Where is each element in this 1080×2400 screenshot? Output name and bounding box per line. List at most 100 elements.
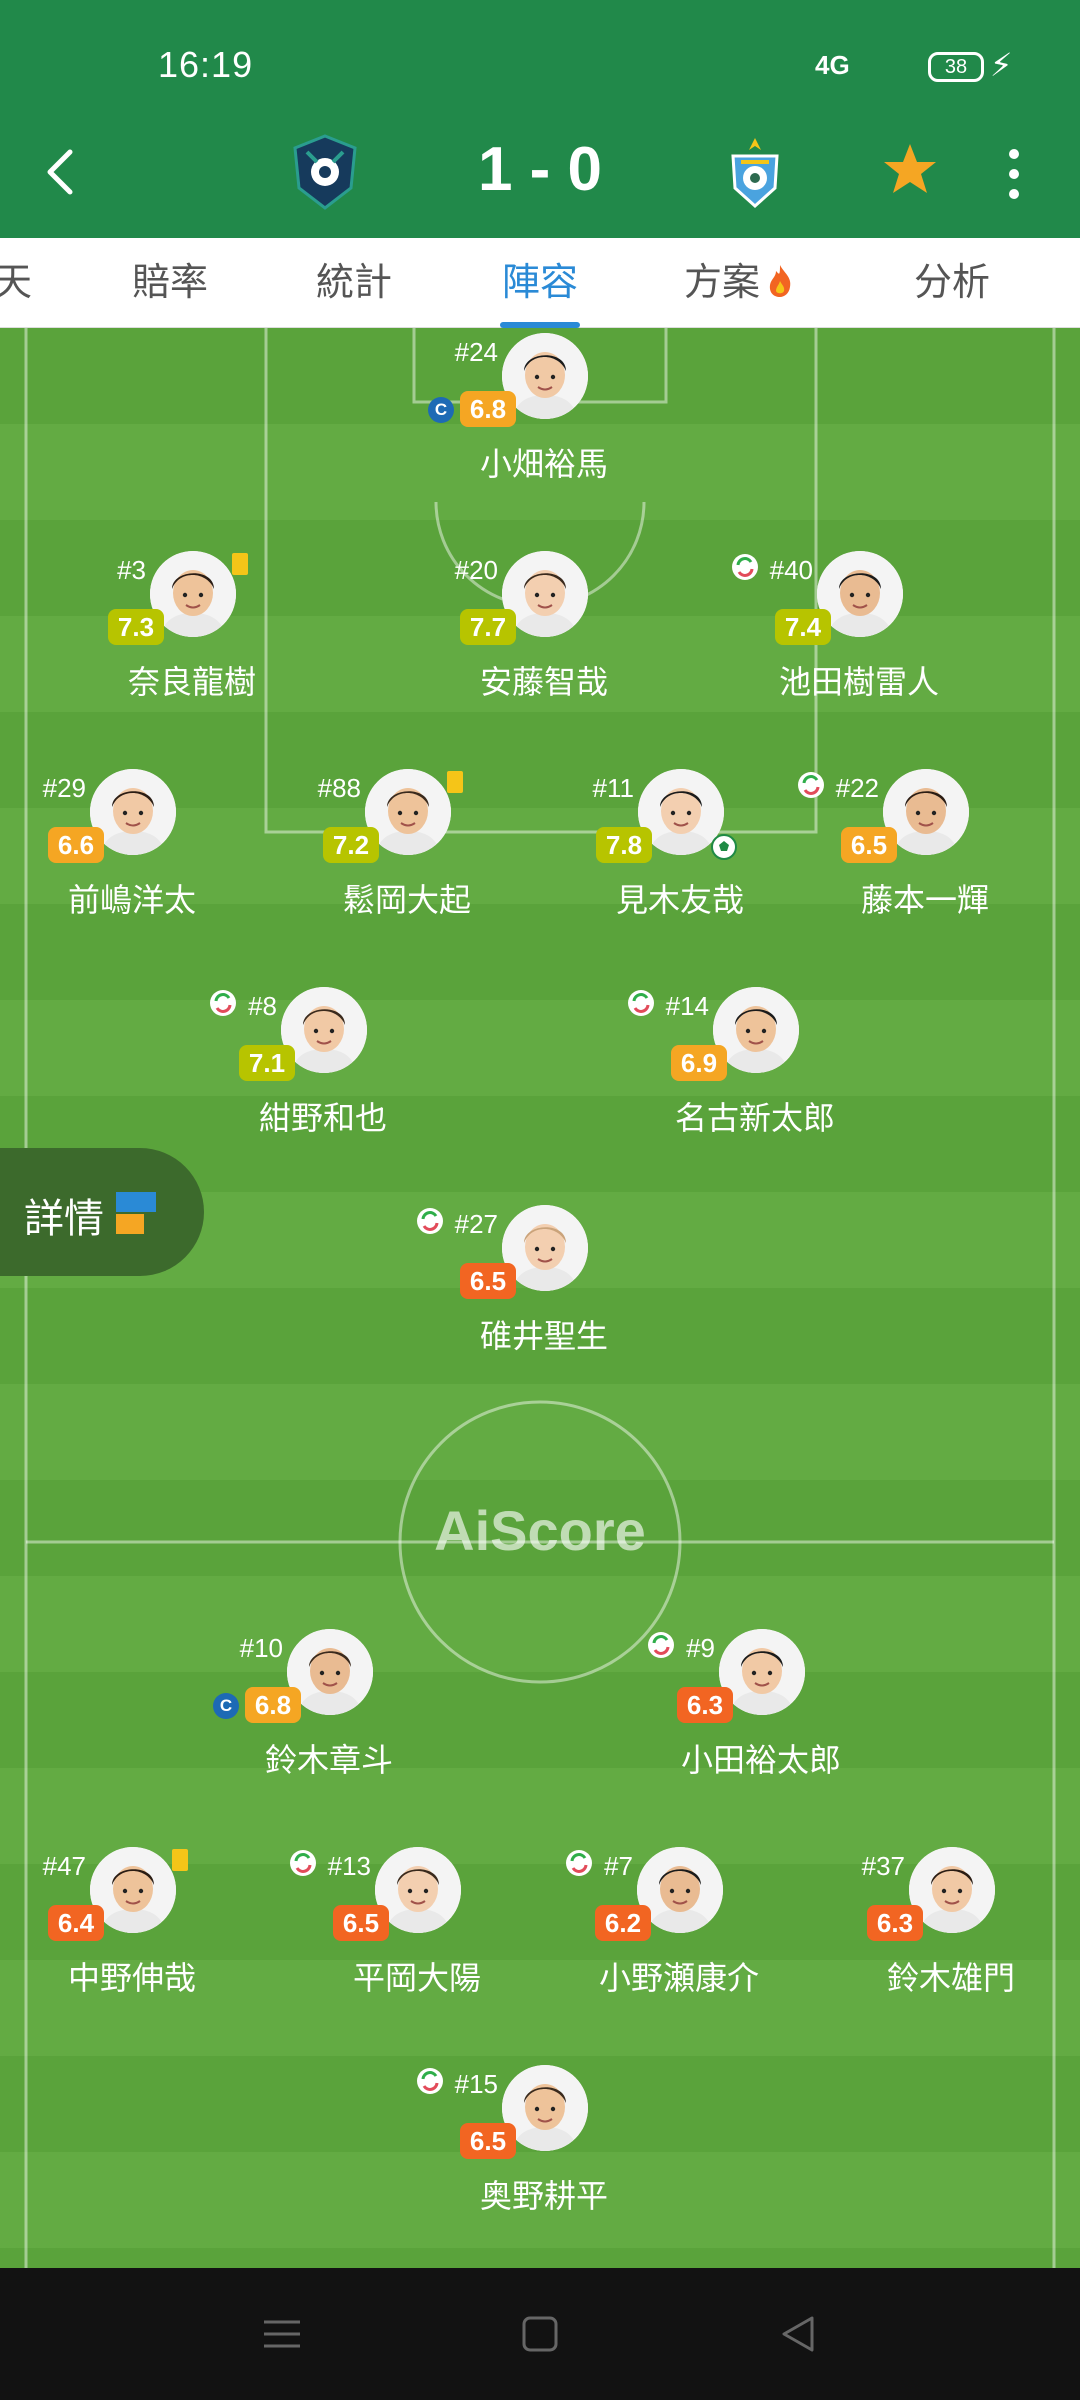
player-rating: 7.7 xyxy=(460,609,516,645)
player-name: 見木友哉 xyxy=(615,881,744,919)
charging-icon: ⚡ xyxy=(990,46,1013,84)
player-card[interactable]: #37 6.3 鈴木雄門 xyxy=(831,1847,1071,2047)
player-name: 名古新太郎 xyxy=(674,1099,835,1137)
status-time: 16:19 xyxy=(158,44,254,85)
lineup-screen: 16:19 4G 38 ⚡ 1 - 0 天 賠率 統計 陣容 方案 分析 AiS… xyxy=(0,0,1080,2400)
tab-label: 陣容 xyxy=(502,260,579,304)
player-number: #9 xyxy=(686,1633,715,1663)
player-rating: 7.8 xyxy=(596,827,652,863)
player-number: #47 xyxy=(42,1851,86,1881)
substitution-icon xyxy=(648,1632,674,1658)
player-rating: 6.9 xyxy=(671,1045,727,1081)
player-card[interactable]: #47 6.4 中野伸哉 xyxy=(12,1847,252,2047)
player-name: 奈良龍樹 xyxy=(127,663,256,701)
player-name: 鈴木章斗 xyxy=(264,1741,393,1779)
player-number: #11 xyxy=(592,773,634,803)
player-card[interactable]: #22 6.5 藤本一輝 xyxy=(798,769,1045,969)
player-card[interactable]: #27 6.5 碓井聖生 xyxy=(417,1205,664,1405)
substitution-icon xyxy=(417,2068,443,2094)
away-team-logo[interactable] xyxy=(715,132,795,212)
back-arrow-icon[interactable] xyxy=(32,142,92,202)
player-rating: 6.5 xyxy=(460,1263,516,1299)
player-number: #88 xyxy=(317,773,361,803)
player-number: #15 xyxy=(454,2069,498,2099)
player-card[interactable]: #14 6.9 名古新太郎 xyxy=(628,987,875,1187)
player-card[interactable]: #20 7.7 安藤智哉 xyxy=(424,551,664,751)
player-rating: 6.3 xyxy=(677,1687,733,1723)
player-rating: 6.2 xyxy=(595,1905,651,1941)
player-name: 池田樹雷人 xyxy=(778,663,939,701)
player-rating: 7.3 xyxy=(108,609,164,645)
player-name: 碓井聖生 xyxy=(479,1317,608,1355)
goal-ball-icon xyxy=(711,834,737,860)
watermark: AiScore xyxy=(434,1499,646,1562)
captain-badge-icon: C xyxy=(428,397,454,423)
more-options-icon[interactable] xyxy=(1000,144,1028,204)
player-number: #22 xyxy=(835,773,879,803)
player-name: 藤本一輝 xyxy=(860,881,989,919)
match-header: 1 - 0 xyxy=(0,120,1080,238)
back-nav-icon[interactable] xyxy=(772,2308,824,2360)
player-name: 小野瀬康介 xyxy=(598,1959,759,1997)
player-name: 鈴木雄門 xyxy=(886,1959,1015,1997)
player-number: #27 xyxy=(454,1209,498,1239)
tab-tips[interactable]: 方案 xyxy=(684,238,796,328)
favorite-star-icon[interactable] xyxy=(880,140,940,200)
player-number: #3 xyxy=(117,555,146,585)
player-card[interactable]: #13 6.5 平岡大陽 xyxy=(290,1847,537,2047)
home-team-logo[interactable] xyxy=(285,132,365,212)
menu-icon[interactable] xyxy=(256,2308,308,2360)
tab-odds[interactable]: 賠率 xyxy=(132,238,208,328)
details-button[interactable]: 詳情 xyxy=(0,1148,204,1276)
player-rating: 6.8 xyxy=(460,391,516,427)
yellow-card-icon xyxy=(232,553,248,575)
tab-label: 分析 xyxy=(914,260,991,304)
substitution-icon xyxy=(732,554,758,580)
captain-badge-icon: C xyxy=(213,1693,239,1719)
player-card[interactable]: #3 7.3 奈良龍樹 xyxy=(72,551,312,751)
substitution-icon xyxy=(210,990,236,1016)
player-rating: 6.3 xyxy=(867,1905,923,1941)
tab-analysis[interactable]: 分析 xyxy=(914,238,990,328)
player-number: #10 xyxy=(239,1633,283,1663)
substitution-icon xyxy=(417,1208,443,1234)
tab-label: 統計 xyxy=(316,260,393,304)
player-card[interactable]: #10 C 6.8 鈴木章斗 xyxy=(209,1629,449,1829)
player-number: #37 xyxy=(861,1851,905,1881)
substitution-icon xyxy=(628,990,654,1016)
player-number: #40 xyxy=(769,555,813,585)
player-rating: 6.5 xyxy=(333,1905,389,1941)
cards-icon xyxy=(116,1192,156,1234)
battery-icon: 38 xyxy=(928,52,984,82)
tab-chat[interactable]: 天 xyxy=(0,238,32,328)
player-name: 小畑裕馬 xyxy=(479,445,608,483)
player-card[interactable]: #24 C 6.8 小畑裕馬 xyxy=(424,333,664,533)
player-card[interactable]: #29 6.6 前嶋洋太 xyxy=(12,769,252,969)
player-rating: 6.5 xyxy=(460,2123,516,2159)
tab-stats[interactable]: 統計 xyxy=(316,238,392,328)
player-card[interactable]: #11 7.8 見木友哉 xyxy=(560,769,800,969)
substitution-icon xyxy=(566,1850,592,1876)
player-card[interactable]: #40 7.4 池田樹雷人 xyxy=(732,551,979,751)
player-name: 小田裕太郎 xyxy=(680,1741,841,1779)
tab-label: 天 xyxy=(0,260,33,304)
player-rating: 6.8 xyxy=(245,1687,301,1723)
player-number: #29 xyxy=(42,773,86,803)
yellow-card-icon xyxy=(447,771,463,793)
player-card[interactable]: #7 6.2 小野瀬康介 xyxy=(559,1847,799,2047)
tab-lineup[interactable]: 陣容 xyxy=(502,238,578,328)
player-name: 前嶋洋太 xyxy=(67,881,196,919)
player-number: #24 xyxy=(454,337,498,367)
home-icon[interactable] xyxy=(514,2308,566,2360)
substitution-icon xyxy=(798,772,824,798)
player-rating: 6.6 xyxy=(48,827,104,863)
player-number: #13 xyxy=(327,1851,371,1881)
player-card[interactable]: #15 6.5 奥野耕平 xyxy=(417,2065,664,2265)
player-name: 鬆岡大起 xyxy=(342,881,471,919)
substitution-icon xyxy=(290,1850,316,1876)
player-card[interactable]: #88 7.2 鬆岡大起 xyxy=(287,769,527,969)
player-card[interactable]: #8 7.1 紺野和也 xyxy=(203,987,443,1187)
player-card[interactable]: #9 6.3 小田裕太郎 xyxy=(641,1629,881,1829)
fire-icon xyxy=(769,265,791,297)
player-rating: 7.2 xyxy=(323,827,379,863)
